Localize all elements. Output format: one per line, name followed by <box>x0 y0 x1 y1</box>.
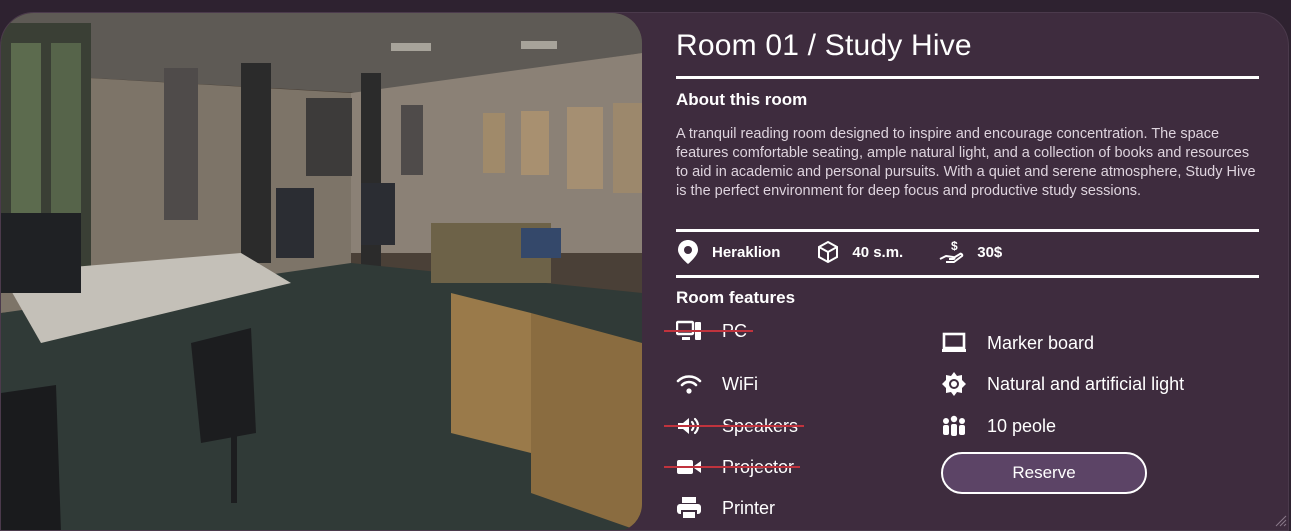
feature-label: Natural and artificial light <box>987 373 1185 394</box>
feature-light: Natural and artificial light <box>941 371 1184 397</box>
people-icon <box>941 413 967 439</box>
divider <box>676 76 1259 79</box>
location-meta: Heraklion <box>676 239 780 265</box>
feature-projector: Projector <box>664 454 801 480</box>
feature-wifi: WiFi <box>676 371 758 397</box>
feature-label: Marker board <box>987 332 1095 353</box>
feature-pc: PC <box>664 318 754 344</box>
price-hand-icon: $ <box>939 239 964 263</box>
features-heading: Room features <box>676 288 796 307</box>
resize-grip-icon[interactable] <box>1273 513 1287 527</box>
wifi-icon <box>676 371 702 397</box>
feature-label: 10 peole <box>987 415 1057 436</box>
room-photo <box>1 13 642 530</box>
reserve-button[interactable]: Reserve <box>941 452 1147 494</box>
unavailable-strike <box>664 425 805 427</box>
feature-printer: Printer <box>676 495 775 521</box>
svg-text:$: $ <box>951 239 958 253</box>
feature-speakers: Speakers <box>664 413 805 439</box>
feature-capacity: 10 peole <box>941 413 1056 439</box>
area-text: 40 s.m. <box>852 243 904 261</box>
unavailable-strike <box>664 330 754 332</box>
about-heading: About this room <box>676 90 808 109</box>
price-text: 30$ <box>977 243 1003 261</box>
feature-marker-board: Marker board <box>941 330 1094 356</box>
divider <box>676 229 1259 232</box>
room-title: Room 01 / Study Hive <box>676 29 972 62</box>
room-description: A tranquil reading room designed to insp… <box>676 126 1256 199</box>
marker-board-icon <box>941 330 967 356</box>
unavailable-strike <box>664 466 801 468</box>
light-icon <box>941 371 967 397</box>
feature-label: WiFi <box>722 373 758 394</box>
divider <box>676 275 1259 278</box>
location-pin-icon <box>678 240 698 264</box>
room-meta: Heraklion 40 s.m. $ 30$ <box>676 239 1038 265</box>
feature-label: Printer <box>722 497 776 518</box>
price-meta: $ 30$ <box>939 239 1002 265</box>
printer-icon <box>676 495 702 521</box>
area-meta: 40 s.m. <box>816 240 903 264</box>
area-cube-icon <box>818 240 839 264</box>
location-text: Heraklion <box>712 243 781 261</box>
